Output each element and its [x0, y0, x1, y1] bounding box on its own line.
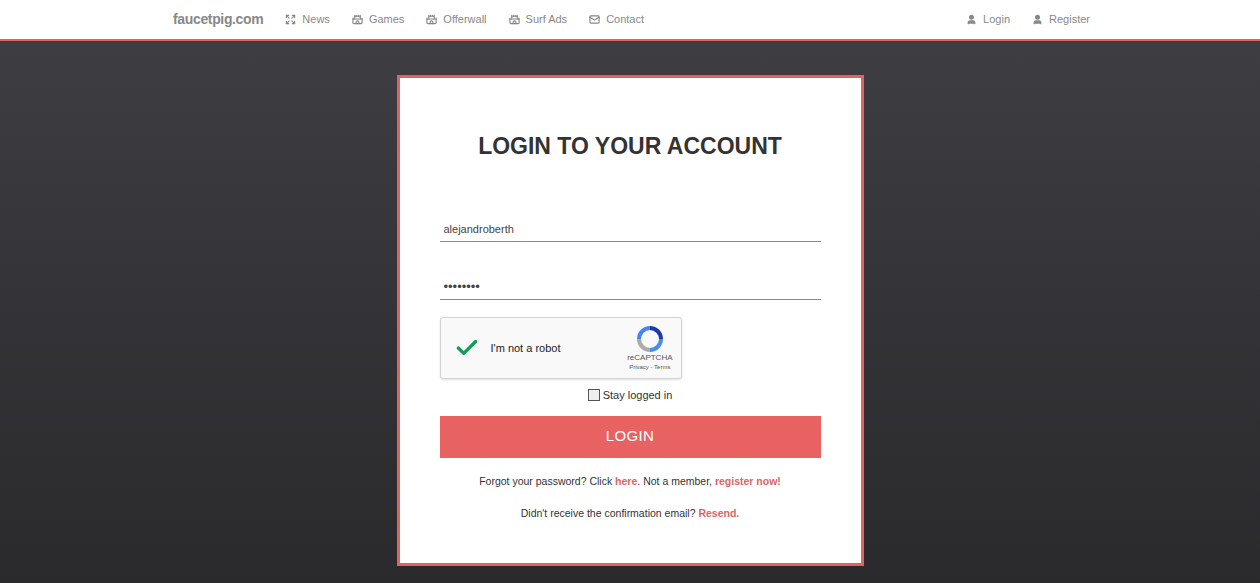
nav-item-icon	[352, 14, 363, 25]
recaptcha-box: I'm not a robotreCAPTCHAPrivacy - Terms	[440, 317, 682, 379]
nav-item[interactable]: Games	[352, 11, 404, 28]
recaptcha-brand: reCAPTCHA	[627, 353, 672, 363]
recaptcha-links[interactable]: Privacy - Terms	[629, 363, 670, 372]
user-icon	[966, 14, 977, 25]
login-card: LOGIN TO YOUR ACCOUNT alejandroberth •••••…	[397, 75, 864, 566]
auth-link[interactable]: Register	[1032, 11, 1090, 28]
help-link[interactable]: here	[615, 475, 637, 487]
recaptcha-checkbox[interactable]	[453, 334, 481, 362]
hero-background: LOGIN TO YOUR ACCOUNT alejandroberth •••••…	[0, 41, 1260, 583]
stay-logged-in-checkbox[interactable]	[588, 389, 600, 401]
auth-link[interactable]: Login	[966, 11, 1010, 28]
check-icon	[454, 335, 480, 361]
login-button[interactable]: LOGIN	[440, 416, 821, 458]
recaptcha-label: I'm not a robot	[491, 340, 628, 357]
password-field[interactable]: ••••••••	[440, 276, 821, 300]
top-nav: faucetpig.com News Games Offerwall Surf Ads C…	[0, 0, 1260, 41]
help-line: Didn't receive the confirmation email? R…	[440, 506, 821, 520]
page: faucetpig.com News Games Offerwall Surf Ads C…	[0, 0, 1260, 583]
nav-item-icon	[426, 14, 437, 25]
nav-item-icon	[509, 14, 520, 25]
stay-logged-in[interactable]: Stay logged in	[440, 387, 821, 404]
help-link[interactable]: Resend.	[698, 507, 739, 519]
nav-item[interactable]: Contact	[589, 11, 644, 28]
nav-item[interactable]: Offerwall	[426, 11, 486, 28]
user-icon	[1032, 14, 1043, 25]
help-link[interactable]: register now!	[715, 475, 781, 487]
brand-logo[interactable]: faucetpig.com	[173, 9, 263, 30]
nav-item[interactable]: Surf Ads	[509, 11, 568, 28]
nav-item-icon	[589, 14, 600, 25]
nav-item-icon	[285, 14, 296, 25]
recaptcha-logo-icon	[636, 325, 664, 353]
help-line: Forgot your password? Click here. Not a …	[440, 474, 821, 488]
login-title: LOGIN TO YOUR ACCOUNT	[440, 132, 821, 160]
nav-item[interactable]: News	[285, 11, 330, 28]
username-field[interactable]: alejandroberth	[440, 218, 821, 242]
